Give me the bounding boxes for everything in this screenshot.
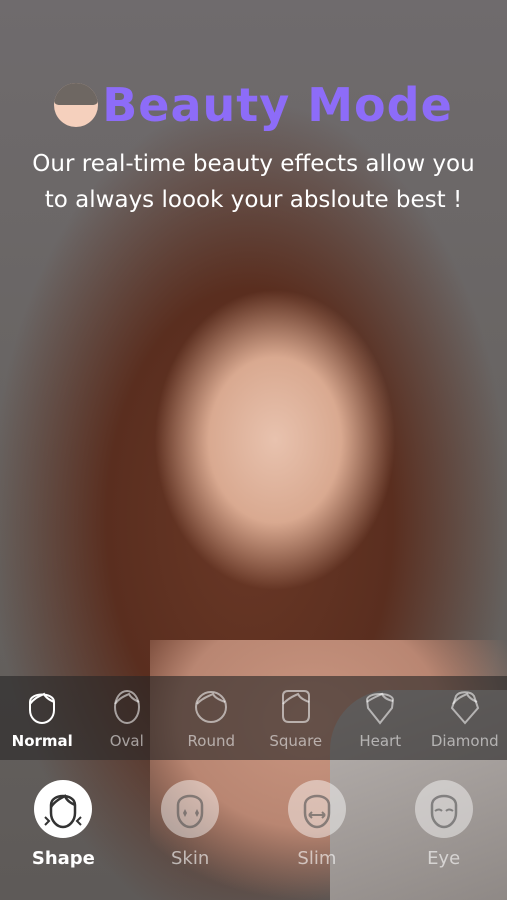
tab-label: Skin — [170, 848, 210, 869]
face-shape-label: Square — [269, 732, 323, 750]
shape-tab-icon — [34, 780, 93, 838]
promo-header: Beauty Mode Our real-time beauty effects… — [0, 78, 507, 218]
face-diamond-icon — [450, 691, 479, 725]
face-square-icon — [281, 690, 310, 723]
face-shape-label: Round — [187, 732, 235, 750]
face-shape-diamond[interactable]: Diamond — [425, 686, 505, 750]
tab-skin[interactable]: Skin — [140, 780, 240, 869]
skin-tab-icon — [161, 780, 220, 838]
tab-slim[interactable]: Slim — [267, 780, 367, 869]
tab-eye[interactable]: Eye — [394, 780, 494, 869]
face-shape-label: Diamond — [430, 732, 499, 750]
face-heart-icon — [366, 692, 395, 725]
face-shape-label: Heart — [359, 732, 402, 750]
face-shape-square[interactable]: Square — [256, 686, 336, 750]
face-normal-icon — [29, 692, 56, 725]
subtitle-line-1: Our real-time beauty effects allow you — [32, 151, 475, 177]
face-shape-selector: Normal Oval Round Square Heart Diamond — [0, 676, 507, 760]
face-oval-icon — [113, 690, 140, 724]
tab-shape[interactable]: Shape — [13, 780, 113, 869]
page-subtitle: Our real-time beauty effects allow you t… — [0, 146, 507, 218]
tab-label: Eye — [427, 848, 461, 869]
eye-tab-icon — [414, 780, 473, 838]
face-shape-round[interactable]: Round — [171, 686, 251, 750]
tab-label: Slim — [297, 848, 337, 869]
face-shape-label: Normal — [11, 732, 73, 750]
beauty-tab-bar: Shape Skin Slim Eye — [0, 780, 507, 900]
face-round-icon — [195, 691, 228, 723]
face-shape-oval[interactable]: Oval — [87, 686, 167, 750]
face-shape-heart[interactable]: Heart — [340, 686, 420, 750]
subtitle-line-2: to always loook your absloute best ! — [44, 187, 463, 213]
slim-tab-icon — [287, 780, 346, 838]
page-title: Beauty Mode — [102, 78, 453, 132]
beauty-face-icon — [54, 83, 99, 127]
face-shape-normal[interactable]: Normal — [2, 686, 82, 750]
tab-label: Shape — [31, 848, 95, 869]
face-shape-label: Oval — [109, 732, 144, 750]
